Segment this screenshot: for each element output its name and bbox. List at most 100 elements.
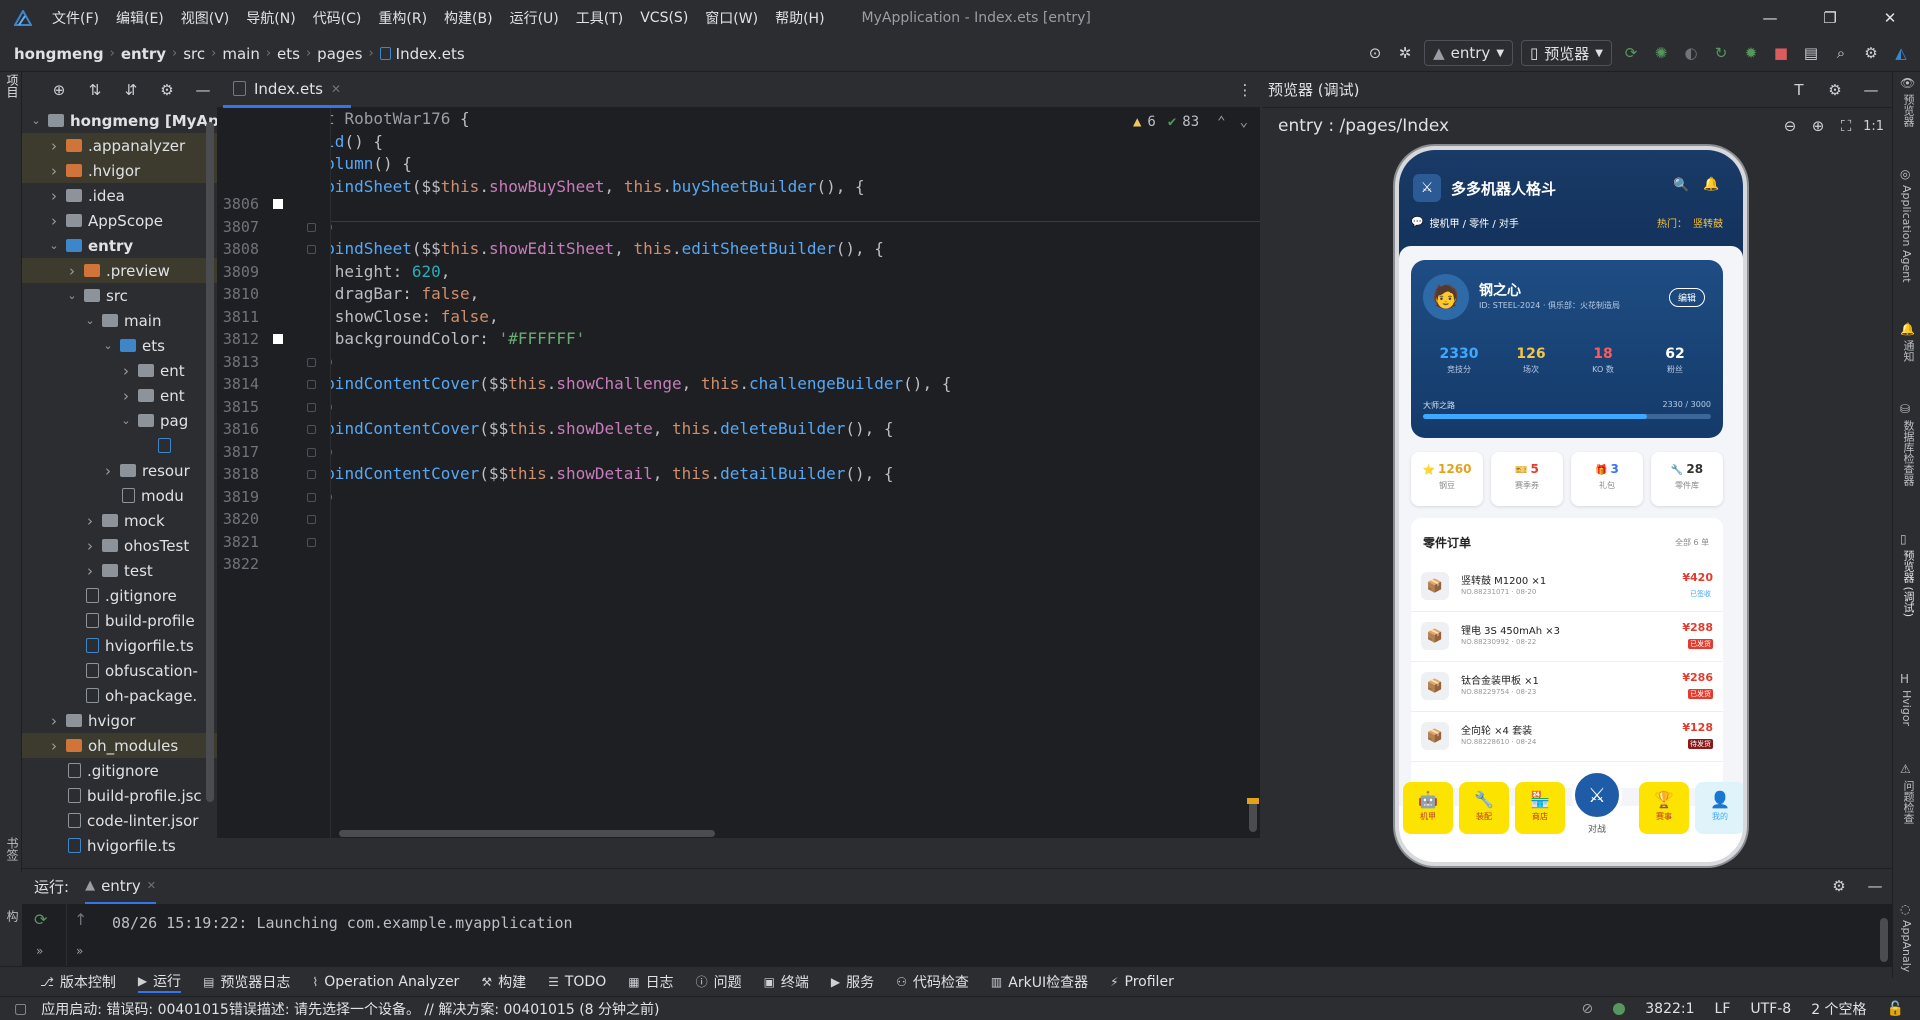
phone-frame[interactable]: ⚔ 多多机器人格斗 🔍 🔔 💬 搜机甲 / 零件 / 对手 热门： 竖转鼓 🧑 …: [1395, 146, 1747, 866]
edit-profile-button[interactable]: 编辑: [1669, 288, 1706, 307]
zoom-in-icon[interactable]: ⊕: [1807, 115, 1829, 137]
tree-item[interactable]: › hvigor: [22, 708, 217, 733]
tree-item[interactable]: oh-package.: [22, 683, 217, 708]
fold-icon[interactable]: [307, 402, 316, 412]
tab-index-ets[interactable]: Index.ets ✕: [223, 72, 352, 108]
tree-item[interactable]: › ent: [22, 358, 217, 383]
tree-item[interactable]: ⌄ pag: [22, 408, 217, 433]
menu-item[interactable]: 运行(U): [510, 8, 559, 28]
chevron-down-icon[interactable]: ⌄: [100, 339, 116, 352]
menu-item[interactable]: VCS(S): [640, 10, 688, 26]
tool-window-button[interactable]: ⓘ 问题: [696, 972, 742, 992]
wallet-item[interactable]: 🎁 3 礼包: [1571, 452, 1643, 506]
chevron-right-icon[interactable]: ›: [46, 737, 62, 755]
fold-icon[interactable]: [307, 492, 316, 502]
gear-icon[interactable]: ⚙: [1824, 79, 1846, 101]
chevron-right-icon[interactable]: ›: [118, 387, 134, 405]
tree-item[interactable]: ⌄ hongmeng [MyAp: [22, 108, 217, 133]
console-scrollbar[interactable]: [1880, 918, 1888, 962]
zoom-ratio[interactable]: 1:1: [1863, 119, 1884, 134]
chevron-down-icon[interactable]: ⌄: [46, 239, 62, 252]
tree-item[interactable]: › .preview: [22, 258, 217, 283]
chevron-right-icon[interactable]: ›: [46, 162, 62, 180]
orders-all-link[interactable]: 全部 6 单: [1675, 537, 1709, 548]
color-swatch-icon[interactable]: [273, 199, 283, 209]
tree-item[interactable]: › .hvigor: [22, 158, 217, 183]
chevron-right-icon[interactable]: ›: [46, 187, 62, 205]
hot-value[interactable]: 竖转鼓: [1693, 215, 1723, 230]
chevron-up-icon[interactable]: ⌃: [1217, 114, 1225, 130]
status-message[interactable]: 应用启动: 错误码: 00401015错误描述: 请先选择一个设备。 // 解决…: [41, 999, 659, 1019]
tree-item[interactable]: › .idea: [22, 183, 217, 208]
maximize-icon[interactable]: ❐: [1800, 0, 1860, 36]
tree-item[interactable]: › resour: [22, 458, 217, 483]
settings-gear-icon[interactable]: ⚙: [1860, 42, 1882, 64]
menu-item[interactable]: 导航(N): [246, 8, 295, 28]
fold-icon[interactable]: [307, 357, 316, 367]
bug-filter-icon[interactable]: ✲: [1394, 42, 1416, 64]
tree-item[interactable]: › ohosTest: [22, 533, 217, 558]
fold-icon[interactable]: [307, 515, 316, 524]
tree-item[interactable]: › .appanalyzer: [22, 133, 217, 158]
tree-item[interactable]: .gitignore: [22, 583, 217, 608]
tab-wrench[interactable]: 🔧 装配: [1459, 782, 1509, 834]
no-sync-icon[interactable]: ⊘: [1582, 1001, 1594, 1017]
order-row[interactable]: 📦 竖转鼓 M1200 ×1 NO.88231071 · 08-20 ¥420 已签收: [1411, 562, 1723, 612]
wallet-item[interactable]: 🔧 28 零件库: [1651, 452, 1723, 506]
tool-window-button[interactable]: ▶ 服务: [831, 972, 874, 992]
tool-window-button[interactable]: ▥ ArkUI检查器: [991, 972, 1088, 992]
right-tool-button[interactable]: 问题检查: [1900, 780, 1916, 824]
order-row[interactable]: 📦 全向轮 ×4 套装 NO.88228610 · 08-24 ¥128 待发货: [1411, 712, 1723, 762]
chevron-right-icon[interactable]: ›: [100, 462, 116, 480]
fold-icon[interactable]: [307, 425, 316, 434]
stop-icon[interactable]: ■: [1770, 42, 1792, 64]
apply-changes-icon[interactable]: ↻: [1710, 42, 1732, 64]
chevron-down-icon[interactable]: ⌄: [1240, 114, 1248, 130]
gear-icon[interactable]: ⚙: [156, 79, 178, 101]
status-ok-icon[interactable]: [1613, 1003, 1626, 1015]
right-tool-button[interactable]: 通知: [1900, 340, 1916, 362]
fold-icon[interactable]: [307, 380, 316, 389]
right-tool-button[interactable]: AppAnaly: [1900, 920, 1913, 972]
chevron-right-icon[interactable]: ›: [46, 212, 62, 230]
scroll-up-icon[interactable]: ↑: [74, 910, 87, 929]
breadcrumb-item[interactable]: main: [222, 45, 259, 63]
tool-window-button[interactable]: ⎇ 版本控制: [40, 972, 116, 992]
attach-debugger-icon[interactable]: ◐: [1680, 42, 1702, 64]
tool-window-button[interactable]: ▤ 预览器日志: [203, 972, 290, 992]
harmony-logo-icon[interactable]: ◭: [1890, 42, 1912, 64]
more-icon[interactable]: »: [76, 944, 83, 958]
tree-item[interactable]: hvigorfile.ts: [22, 633, 217, 658]
tree-item[interactable]: build-profile.jsc: [22, 783, 217, 808]
fit-screen-icon[interactable]: ⛶: [1835, 115, 1857, 137]
run-config-tab[interactable]: ▲ entry ✕: [85, 870, 156, 904]
tool-window-button[interactable]: ☰ TODO: [548, 974, 606, 990]
tab-trophy[interactable]: 🏆 赛事: [1639, 782, 1689, 834]
tool-window-button[interactable]: ⚒ 构建: [481, 972, 526, 992]
vertical-scrollbar[interactable]: [1249, 800, 1257, 832]
menu-item[interactable]: 文件(F): [52, 8, 99, 28]
tree-item[interactable]: hvigorfile.ts: [22, 833, 217, 858]
line-separator[interactable]: LF: [1715, 1001, 1731, 1017]
indent-setting[interactable]: 2 个空格: [1811, 999, 1866, 1019]
panel-toggle-icon[interactable]: ▢: [14, 1001, 27, 1017]
font-size-icon[interactable]: T: [1788, 79, 1810, 101]
fold-icon[interactable]: [307, 222, 316, 232]
profile-bug-icon[interactable]: ✹: [1740, 42, 1762, 64]
code-line[interactable]: .bindContentCover($$this.showChallenge, …: [277, 374, 952, 393]
wallet-item[interactable]: 🎫 5 赛季券: [1491, 452, 1563, 506]
tool-window-button[interactable]: ▦ 日志: [628, 972, 673, 992]
tab-shop[interactable]: 🏪 商店: [1515, 782, 1565, 834]
chevron-right-icon[interactable]: ›: [46, 137, 62, 155]
close-tab-icon[interactable]: ✕: [147, 879, 156, 892]
lock-icon[interactable]: 🔓: [1887, 1001, 1904, 1017]
tree-item[interactable]: › test: [22, 558, 217, 583]
target-icon[interactable]: ⊙: [1364, 42, 1386, 64]
zoom-out-icon[interactable]: ⊖: [1779, 115, 1801, 137]
gear-icon[interactable]: ⚙: [1828, 875, 1850, 897]
fold-icon[interactable]: [307, 470, 316, 479]
tree-item[interactable]: modu: [22, 483, 217, 508]
chevron-down-icon[interactable]: ⌄: [28, 114, 44, 127]
minimize-icon[interactable]: —: [1740, 0, 1800, 36]
tree-item[interactable]: › ent: [22, 383, 217, 408]
